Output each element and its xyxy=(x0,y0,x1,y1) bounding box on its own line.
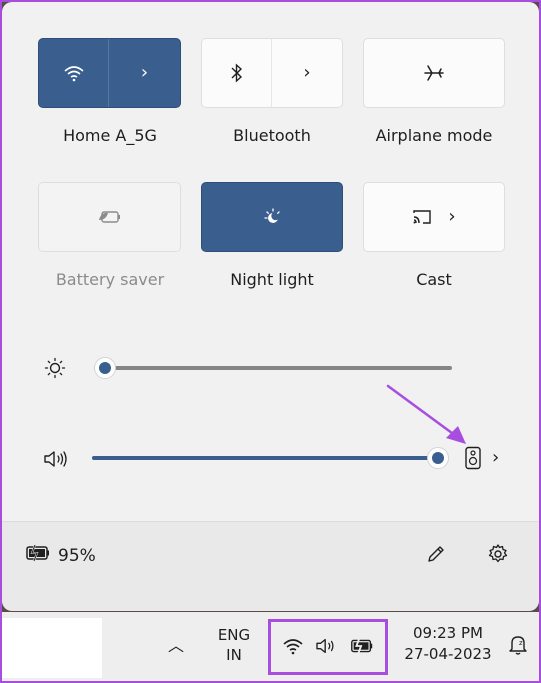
bluetooth-toggle[interactable] xyxy=(202,39,271,107)
airplane-mode-tile[interactable] xyxy=(363,38,505,108)
language-indicator[interactable]: ENG IN xyxy=(210,626,258,664)
speaker-icon xyxy=(44,451,67,467)
battery-saver-tile-label: Battery saver xyxy=(55,270,165,289)
bluetooth-tile-label: Bluetooth xyxy=(233,126,311,145)
tray-highlight-box xyxy=(268,619,388,675)
battery-saver-icon xyxy=(98,211,120,223)
chevron-right-icon: › xyxy=(140,62,149,83)
svg-text:z: z xyxy=(519,639,523,647)
wifi-tile[interactable]: › xyxy=(38,38,181,108)
airplane-icon xyxy=(424,65,444,81)
language-region: IN xyxy=(226,646,242,664)
clock-time: 09:23 PM xyxy=(413,624,483,642)
airplane-mode-tile-label: Airplane mode xyxy=(375,126,493,145)
battery-percent[interactable]: 95% xyxy=(58,546,96,566)
wifi-expand-button[interactable]: › xyxy=(109,39,180,107)
chevron-right-icon: › xyxy=(303,62,311,83)
pencil-icon[interactable] xyxy=(426,544,446,564)
clock-date: 27-04-2023 xyxy=(404,645,492,663)
annotation-arrow xyxy=(386,384,466,444)
brightness-slider-track[interactable] xyxy=(94,366,452,370)
chevron-right-icon: › xyxy=(448,206,456,227)
cast-icon xyxy=(413,210,432,224)
cast-tile-label: Cast xyxy=(416,270,452,289)
volume-slider-fill xyxy=(92,456,438,460)
taskbar-blank-area xyxy=(2,618,102,678)
quick-settings-panel: › Home A_5G › Bluetooth Airplane mode Ba… xyxy=(2,2,539,611)
bluetooth-tile[interactable]: › xyxy=(201,38,343,108)
brightness-icon xyxy=(44,357,66,379)
night-light-tile-label: Night light xyxy=(230,270,314,289)
wifi-icon xyxy=(63,66,84,82)
notification-bell-icon[interactable]: z xyxy=(508,634,528,656)
bluetooth-icon xyxy=(231,63,242,83)
clock[interactable]: 09:23 PM 27-04-2023 xyxy=(396,624,500,663)
night-light-tile[interactable] xyxy=(201,182,343,252)
show-hidden-icons-button[interactable]: ︿ xyxy=(168,632,184,656)
battery-saver-tile xyxy=(38,182,181,252)
cast-tile[interactable]: › xyxy=(363,182,505,252)
battery-charging-icon xyxy=(26,544,49,562)
quick-settings-footer: 95% xyxy=(2,521,539,611)
gear-icon[interactable] xyxy=(487,543,509,565)
night-light-icon xyxy=(264,208,280,223)
bluetooth-expand-button[interactable]: › xyxy=(272,39,342,107)
chevron-right-icon: › xyxy=(492,447,500,468)
brightness-slider-thumb[interactable] xyxy=(93,357,116,379)
language-code: ENG xyxy=(217,626,251,644)
wifi-tile-label: Home A_5G xyxy=(63,126,157,145)
wifi-toggle[interactable] xyxy=(39,39,108,107)
